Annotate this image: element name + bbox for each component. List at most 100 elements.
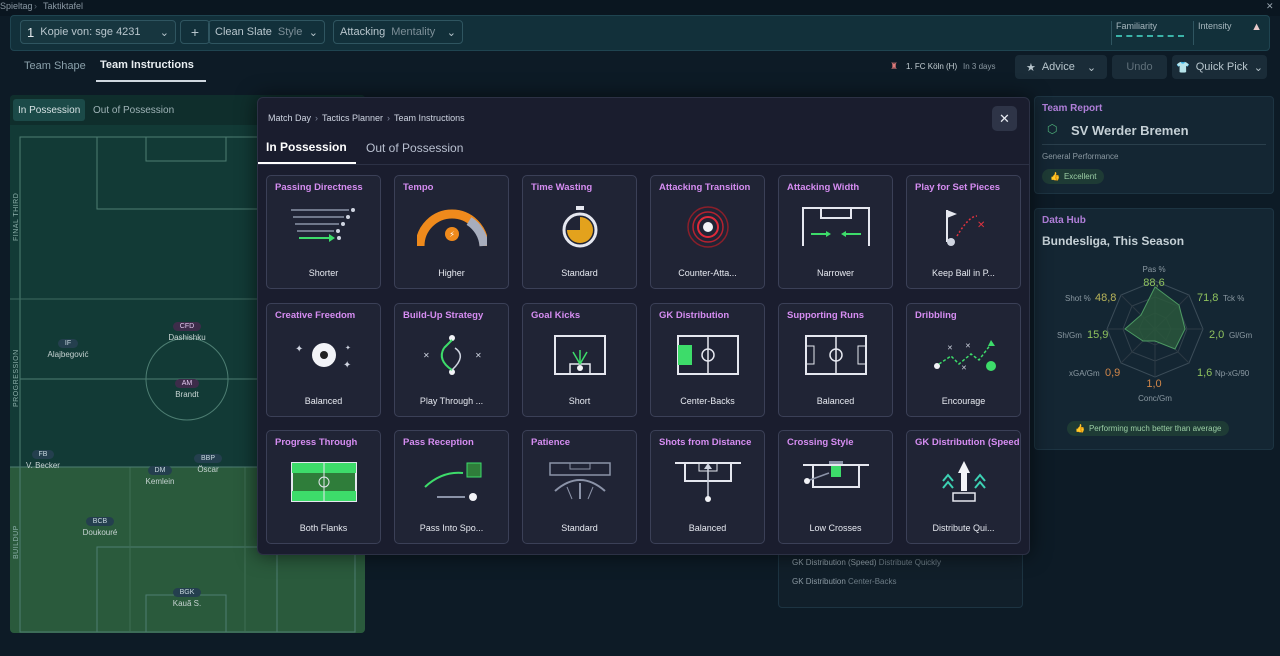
instruction-value: Balanced <box>816 395 855 406</box>
instruction-title: Patience <box>531 437 571 448</box>
quick-pick-button[interactable]: 👕 Quick Pick ⌄ <box>1172 55 1267 79</box>
close-button[interactable]: ✕ <box>992 106 1017 131</box>
svg-text:✦: ✦ <box>343 360 351 371</box>
instruction-value: Encourage <box>941 395 986 406</box>
instruction-card-time-wasting[interactable]: Time Wasting Standard <box>522 175 637 289</box>
undo-button[interactable]: Undo <box>1112 55 1167 79</box>
instruction-card-goal-kicks[interactable]: Goal Kicks Short <box>522 302 637 417</box>
summary-row: GK Distribution Center-Backs <box>792 577 897 586</box>
instruction-card-passing-directness[interactable]: Passing Directness Shorter <box>266 175 381 289</box>
instruction-card-shots-from-distance[interactable]: Shots from Distance Balanced <box>650 430 765 544</box>
familiarity-meter[interactable]: Familiarity <box>1111 21 1196 45</box>
instruction-value: Shorter <box>308 268 339 278</box>
chevron-down-icon: ⌄ <box>446 26 456 39</box>
instruction-title: Progress Through <box>275 437 358 448</box>
instruction-title: Supporting Runs <box>787 309 865 321</box>
instruction-card-play-for-set-pieces[interactable]: Play for Set Pieces ✕ Keep Ball in P... <box>906 175 1021 289</box>
pitch-tab-in-possession[interactable]: In Possession <box>13 99 86 121</box>
thumbs-up-icon: 👍 <box>1075 424 1085 433</box>
instruction-card-dribbling[interactable]: Dribbling ✕ ✕ ✕ Encourage <box>906 302 1021 417</box>
summary-value: Center-Backs <box>848 577 897 586</box>
stat-value-pas: 88,6 <box>1143 277 1165 289</box>
advice-button[interactable]: ★ Advice ⌄ <box>1015 55 1107 79</box>
divider <box>258 164 1029 165</box>
svg-text:✕: ✕ <box>961 364 967 372</box>
modal-tab-out-of-possession[interactable]: Out of Possession <box>366 141 463 155</box>
summary-key: GK Distribution <box>792 577 846 586</box>
stat-value-npxg: 1,6 <box>1197 367 1213 379</box>
radar-chart <box>1106 280 1204 378</box>
stat-label-tck: Tck % <box>1223 294 1245 303</box>
tab-team-instructions[interactable]: Team Instructions <box>100 59 194 71</box>
instruction-card-gk-distribution[interactable]: GK Distribution Center-Backs <box>650 302 765 417</box>
familiarity-label: Familiarity <box>1116 21 1158 31</box>
instruction-card-progress-through[interactable]: Progress Through Both Flanks <box>266 430 381 544</box>
intensity-meter[interactable]: Intensity ▲ <box>1193 21 1268 45</box>
player-name: Öscar <box>197 465 219 474</box>
add-tactic-button[interactable]: + <box>180 20 210 44</box>
crumb-tactics-planner[interactable]: Tactics Planner <box>322 113 383 123</box>
pitch-tab-out-of-possession[interactable]: Out of Possession <box>88 99 179 121</box>
player-card[interactable]: CFD Dashishku <box>157 321 217 342</box>
instruction-value: Short <box>568 395 591 406</box>
divider <box>1042 144 1266 145</box>
window-close-icon[interactable]: ✕ <box>1266 1 1274 12</box>
instruction-title: Pass Reception <box>403 437 474 448</box>
instruction-card-supporting-runs[interactable]: Supporting Runs Balanced <box>778 302 893 417</box>
tab-team-shape[interactable]: Team Shape <box>24 60 86 72</box>
instruction-value: Higher <box>438 268 465 278</box>
player-card[interactable]: AM Brandt <box>157 378 217 399</box>
svg-text:✕: ✕ <box>965 342 971 350</box>
crumb-match-day[interactable]: Match Day <box>268 113 311 123</box>
player-name: Doukouré <box>82 528 118 537</box>
instruction-title: Crossing Style <box>787 437 854 448</box>
chevron-down-icon: ⌄ <box>1253 61 1263 74</box>
modal-tab-in-possession[interactable]: In Possession <box>266 140 347 154</box>
player-card[interactable]: BGK Kauã S. <box>157 587 217 608</box>
svg-text:✦: ✦ <box>295 344 303 355</box>
tactic-select[interactable]: 1 Kopie von: sge 4231 ⌄ <box>20 20 176 44</box>
familiarity-bar <box>1116 35 1184 37</box>
instruction-card-pass-reception[interactable]: Pass Reception Pass Into Spo... <box>394 430 509 544</box>
instruction-title: Dribbling <box>915 309 957 321</box>
mentality-select[interactable]: Attacking Mentality ⌄ <box>333 20 463 44</box>
instruction-card-tempo[interactable]: Tempo ⚡ Higher <box>394 175 509 289</box>
instruction-card-patience[interactable]: Patience Standard <box>522 430 637 544</box>
role-badge: BGK <box>172 588 202 597</box>
instruction-title: Passing Directness <box>275 182 363 193</box>
mentality-label: Mentality <box>391 26 436 38</box>
data-hub-panel: Data Hub Bundesliga, This Season Pas % 8… <box>1034 208 1274 450</box>
instruction-card-creative-freedom[interactable]: Creative Freedom ✦ ✦ ✦ Balanced <box>266 302 381 417</box>
role-badge: IF <box>57 339 79 348</box>
instruction-value: Narrower <box>816 268 854 278</box>
team-instructions-modal: Match Day › Tactics Planner › Team Instr… <box>257 97 1030 555</box>
instruction-value: Standard <box>561 523 598 533</box>
instruction-card-gk-distribution-speed[interactable]: GK Distribution (Speed Distribute Qui... <box>906 430 1021 544</box>
role-badge: FB <box>31 450 55 459</box>
crumb-taktiktafel[interactable]: Taktiktafel <box>43 1 83 11</box>
style-select[interactable]: Clean Slate Style ⌄ <box>208 20 325 44</box>
svg-text:✕: ✕ <box>475 351 482 360</box>
role-badge: BBP <box>193 454 222 463</box>
player-card[interactable]: IF Alajbegović <box>38 338 98 359</box>
club-crest-icon: ⬡ <box>1047 122 1058 136</box>
summary-key: GK Distribution (Speed) <box>792 558 877 567</box>
thumbs-up-icon: 👍 <box>1050 172 1060 181</box>
instruction-card-build-up-strategy[interactable]: Build-Up Strategy ✕ ✕ Play Through ... <box>394 302 509 417</box>
player-card[interactable]: BBP Öscar <box>178 453 238 474</box>
tab-underline <box>96 80 206 82</box>
crumb-spieltag[interactable]: Spieltag <box>0 1 33 11</box>
instruction-card-crossing-style[interactable]: Crossing Style Low Crosses <box>778 430 893 544</box>
summary-value: Distribute Quickly <box>878 558 941 567</box>
instruction-value: Low Crosses <box>809 523 862 533</box>
player-name: Dashishku <box>168 333 206 342</box>
instruction-card-attacking-width[interactable]: Attacking Width Narrower <box>778 175 893 289</box>
player-card[interactable]: BCB Doukouré <box>70 516 130 537</box>
player-card[interactable]: FB V. Becker <box>13 449 73 470</box>
instruction-card-attacking-transition[interactable]: Attacking Transition Counter-Atta... <box>650 175 765 289</box>
stat-label-xga: xGA/Gm <box>1069 369 1100 378</box>
crumb-sep: › <box>34 1 37 11</box>
summary-row: GK Distribution (Speed) Distribute Quick… <box>792 558 941 567</box>
zone-label-progression: PROGRESSION <box>13 349 20 407</box>
player-name: V. Becker <box>26 461 60 470</box>
